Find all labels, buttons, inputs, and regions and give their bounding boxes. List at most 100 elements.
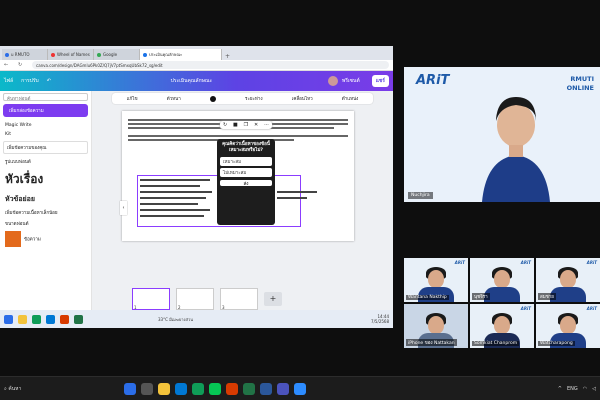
delete-icon[interactable]: ✕ — [254, 122, 258, 128]
undo-icon[interactable]: ↶ — [47, 78, 51, 84]
edge-icon[interactable] — [175, 382, 187, 395]
list-line — [277, 191, 317, 193]
system-tray: ^ ENG ◠ ◁ — [558, 386, 596, 392]
poll-submit-button[interactable]: ส่ง — [220, 180, 272, 187]
toolbar-edit[interactable]: แก้ไข — [127, 95, 138, 102]
collapse-panel-icon[interactable]: ‹ — [120, 201, 127, 215]
poll-option[interactable]: ไม่เหมาะสม — [220, 168, 272, 177]
participant-name: Somkiat Chanprom — [472, 341, 520, 346]
arit-logo: ARiT — [416, 73, 450, 88]
mini-logo: ARiT — [520, 306, 531, 311]
magic-write-button[interactable]: Magic Write — [3, 121, 88, 130]
toolbar-position[interactable]: ตำแหน่ง — [342, 95, 359, 102]
editor-body: ค้นหาฟอนต์ เพิ่มกล่องข้อความ Magic Write… — [0, 91, 393, 314]
url-field[interactable]: canva.com/design/DAGmlu6Pk0Z/Q7jV7ptSmxq… — [32, 61, 389, 69]
participant-name: iPhone ของ Nattakan — [406, 339, 457, 346]
speaker-name-label: Nuchjira — [408, 192, 433, 199]
text-line — [128, 135, 348, 137]
tab-label: Google — [103, 52, 118, 57]
toolbar-animate[interactable]: เคลื่อนไหว — [292, 95, 313, 102]
heading-style[interactable]: หัวเรื่อง — [3, 167, 88, 192]
reload-icon[interactable]: ↻ — [18, 62, 32, 68]
chrome-icon — [32, 314, 41, 324]
word-icon[interactable] — [260, 382, 272, 395]
avatar-head — [494, 270, 510, 288]
excel-icon — [74, 314, 83, 324]
wifi-icon[interactable]: ◠ — [583, 386, 587, 392]
tab-label: u RMUTO — [11, 52, 30, 57]
toolbar-bold[interactable]: ตัวหนา — [167, 95, 181, 102]
speaker-person-image — [482, 97, 550, 202]
excel-icon[interactable] — [243, 382, 255, 395]
browser-tab[interactable]: Google — [94, 49, 140, 60]
list-line — [140, 179, 210, 181]
rotate-icon[interactable]: ↻ — [223, 122, 227, 128]
page-thumbnail[interactable]: 1 — [132, 288, 170, 310]
tab-favicon-icon — [51, 52, 55, 57]
mini-logo: ARiT — [586, 306, 597, 311]
poll-option[interactable]: เหมาะสม — [220, 157, 272, 166]
canva-topbar: ไฟล์ การปรับ ↶ ประเมินคุณลักษณะ พรีเซนต์… — [0, 71, 393, 91]
clock: 14:44 7/5/2568 — [371, 314, 389, 324]
avatar-head — [428, 270, 444, 288]
participant-tile[interactable]: ARiT Watcharapong — [536, 304, 600, 348]
document-title[interactable]: ประเมินคุณลักษณะ — [59, 77, 324, 85]
participant-tile[interactable]: ARiT สมชาย — [536, 258, 600, 302]
menu-adjust[interactable]: การปรับ — [21, 77, 39, 85]
participant-tile[interactable]: ARiT Somkiat Chanprom — [470, 304, 534, 348]
back-icon[interactable]: ← — [4, 62, 18, 68]
teams-icon[interactable] — [277, 382, 289, 395]
page-thumbnail[interactable]: 3 — [220, 288, 258, 310]
font-search-input[interactable]: ค้นหาฟอนต์ — [3, 93, 88, 102]
shared-screen: u RMUTO Wheel of Names Google ประเมินคุณ… — [0, 46, 393, 328]
participant-tile[interactable]: ARiT Wantana Nakthip — [404, 258, 468, 302]
menu-file[interactable]: ไฟล์ — [4, 77, 13, 85]
avatar-head — [560, 316, 576, 334]
windows-start-icon[interactable] — [124, 382, 136, 395]
subheading-style[interactable]: หัวข้อย่อย — [3, 192, 88, 207]
font-style-option[interactable]: ข้อความ — [3, 229, 88, 249]
chrome-icon[interactable] — [192, 382, 204, 395]
toolbar-spacing[interactable]: ระยะห่าง — [245, 95, 263, 102]
speaker-video-tile[interactable]: ARiT RMUTI ONLINE Nuchjira — [404, 67, 600, 202]
page-thumbnail[interactable]: 2 — [176, 288, 214, 310]
text-sidebar: ค้นหาฟอนต์ เพิ่มกล่องข้อความ Magic Write… — [0, 91, 92, 314]
add-text-option[interactable]: เพิ่มข้อความของคุณ — [3, 141, 88, 154]
body-style[interactable]: เพิ่มข้อความเนื้อหาเล็กน้อย — [3, 207, 88, 218]
add-page-button[interactable]: + — [264, 292, 282, 306]
browser-tabbar: u RMUTO Wheel of Names Google ประเมินคุณ… — [0, 46, 393, 60]
participant-name: Watcharapong — [538, 341, 575, 346]
mini-logo: ARiT — [520, 260, 531, 265]
kit-label: Kit — [5, 132, 11, 137]
color-icon[interactable] — [209, 95, 216, 102]
share-button[interactable]: แชร์ — [371, 75, 389, 87]
design-page[interactable]: ↻ ■ ❐ ✕ ⋯ คุณคิดว่าเนื้อหาของข้อนี้เหมาะ… — [122, 111, 354, 241]
file-explorer-icon[interactable] — [158, 382, 170, 395]
tray-chevron-icon[interactable]: ^ — [558, 386, 562, 392]
more-icon[interactable]: ⋯ — [264, 122, 269, 128]
participant-tile[interactable]: iPhone ของ Nattakan — [404, 304, 468, 348]
present-button[interactable]: พรีเซนต์ — [342, 77, 360, 85]
speaker-icon[interactable]: ◁ — [592, 386, 596, 392]
participant-name: สมชาย — [538, 293, 556, 300]
browser-tab-active[interactable]: ประเมินคุณลักษณะ — [140, 49, 222, 60]
add-textbox-button[interactable]: เพิ่มกล่องข้อความ — [3, 104, 88, 117]
task-view-icon[interactable] — [141, 382, 153, 395]
list-line — [140, 191, 212, 193]
lock-icon[interactable]: ■ — [233, 122, 238, 128]
browser-tab[interactable]: Wheel of Names — [48, 49, 94, 60]
new-tab-icon[interactable]: + — [222, 53, 233, 60]
zoom-icon[interactable] — [294, 382, 306, 395]
mini-logo: ARiT — [454, 260, 465, 265]
browser-tab[interactable]: u RMUTO — [2, 49, 48, 60]
powerpoint-icon[interactable] — [226, 382, 238, 395]
language-indicator[interactable]: ENG — [567, 386, 578, 392]
poll-popup: คุณคิดว่าเนื้อหาของข้อนี้เหมาะสมหรือไม่?… — [217, 139, 275, 225]
copy-icon[interactable]: ❐ — [244, 122, 248, 128]
participant-tile[interactable]: ARiT นุชจิรา — [470, 258, 534, 302]
tab-favicon-icon — [97, 52, 101, 57]
windows-taskbar: ⌕ ค้นหา ^ ENG ◠ ◁ — [0, 376, 600, 400]
avatar[interactable] — [327, 76, 338, 86]
line-icon[interactable] — [209, 382, 221, 395]
taskbar-search[interactable]: ⌕ ค้นหา — [4, 382, 84, 396]
